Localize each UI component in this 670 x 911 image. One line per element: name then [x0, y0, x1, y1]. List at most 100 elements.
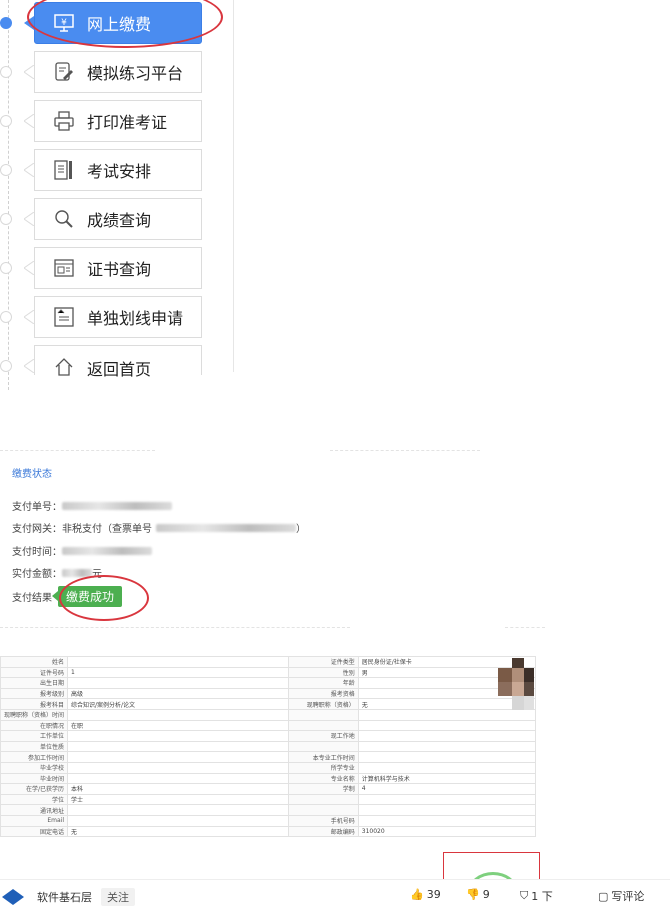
payment-time-row: 支付时间： — [12, 543, 152, 558]
table-key-cell — [287, 719, 359, 732]
menu-item-score-query[interactable]: 成绩查询 — [34, 198, 202, 240]
timeline-dot — [0, 311, 12, 323]
redacted-value — [156, 523, 296, 532]
payment-status-title: 缴费状态 — [12, 469, 52, 480]
table-value-cell: 综合知识/案例分析/论文 — [67, 698, 289, 710]
collect-count: 1 下 — [531, 890, 553, 903]
gateway-value: 非税支付（查票单号 — [62, 524, 152, 535]
dislike-button[interactable]: 👎 9 — [466, 888, 490, 901]
table-key-cell: 单位性质 — [0, 740, 69, 753]
table-key-cell: 现聘职称（资格）时间 — [0, 708, 69, 721]
table-value-cell — [357, 719, 537, 732]
table-key-cell: 现聘职称（资格） — [287, 698, 359, 710]
menu-item-label: 打印准考证 — [87, 113, 168, 132]
table-row: 参加工作时间 本专业工作时间 — [0, 751, 537, 763]
payment-order-row: 支付单号： — [12, 498, 172, 513]
table-value-cell — [357, 740, 537, 753]
table-key-cell: 通讯地址 — [0, 804, 69, 816]
table-key-cell: 固定电话 — [0, 825, 69, 838]
table-value-cell — [67, 677, 289, 689]
dislike-count: 9 — [482, 888, 490, 901]
like-button[interactable]: 👍 39 — [410, 888, 441, 901]
brand-logo-icon — [2, 889, 24, 905]
amount-label: 实付金额： — [12, 569, 62, 580]
table-value-cell — [67, 814, 289, 827]
table-value-cell — [67, 730, 289, 742]
panel-divider — [233, 0, 234, 372]
certificate-icon — [53, 257, 75, 279]
menu-timeline-line — [8, 0, 10, 390]
follow-button[interactable]: 关注 — [101, 888, 135, 906]
table-key-cell: 姓名 — [0, 656, 69, 668]
table-key-cell: 参加工作时间 — [0, 751, 69, 763]
result-label: 支付结果 — [12, 593, 52, 604]
table-value-cell — [357, 814, 537, 827]
table-value-cell — [357, 804, 537, 816]
table-value-cell — [67, 761, 289, 774]
table-value-cell — [357, 730, 537, 742]
menu-item-exam-schedule[interactable]: 考试安排 — [34, 149, 202, 191]
table-row: 报考级别 高级 报考资格 — [0, 687, 537, 700]
bottom-action-bar: 软件基石层 关注 👍 39 👎 9 ⛉ 1 下 ▢ 写评论 — [0, 879, 670, 911]
time-label: 支付时间： — [12, 547, 62, 558]
menu-item-certificate-query[interactable]: 证书查询 — [34, 247, 202, 289]
menu-pointer-arrow — [24, 359, 34, 373]
table-row: 出生日期 年龄 — [0, 677, 537, 689]
divider — [330, 450, 480, 451]
menu-pointer-arrow — [24, 212, 34, 226]
table-value-cell: 1 — [67, 666, 289, 679]
timeline-dot-active — [0, 17, 12, 29]
collect-button[interactable]: ⛉ 1 下 — [520, 888, 553, 904]
table-key-cell — [287, 740, 359, 753]
table-key-cell: 性别 — [287, 666, 359, 679]
comment-label: 写评论 — [611, 890, 645, 903]
table-row: 毕业时间 专业名称 计算机科学与技术 — [0, 772, 537, 785]
table-value-cell — [67, 656, 289, 668]
table-row: 在学/已获学历 本科 学制 4 — [0, 783, 537, 795]
table-key-cell — [287, 708, 359, 721]
timeline-dot — [0, 262, 12, 274]
table-row: 毕业学校 所学专业 — [0, 761, 537, 774]
redacted-value — [62, 546, 152, 555]
timeline-dot — [0, 360, 12, 372]
table-row: 通讯地址 — [0, 804, 537, 816]
table-key-cell: 证件号码 — [0, 666, 69, 679]
menu-item-separate-line-apply[interactable]: 单独划线申请 — [34, 296, 202, 338]
table-value-cell — [357, 793, 537, 806]
table-row: 学位 学士 — [0, 793, 537, 806]
table-row: 证件号码 1 性别男 — [0, 666, 537, 679]
comment-icon: ▢ — [598, 889, 609, 903]
table-key-cell: 毕业学校 — [0, 761, 69, 774]
applicant-photo — [498, 658, 534, 710]
menu-item-back-home[interactable]: 返回首页 — [34, 345, 202, 379]
divider — [0, 450, 155, 451]
table-key-cell: 本专业工作时间 — [287, 751, 359, 763]
comment-button[interactable]: ▢ 写评论 — [598, 888, 644, 904]
table-value-cell: 计算机科学与技术 — [357, 772, 537, 785]
menu-pointer-arrow — [24, 261, 34, 275]
divider — [0, 627, 350, 628]
thumb-up-icon: 👍 — [410, 888, 424, 901]
gateway-label: 支付网关： — [12, 524, 62, 535]
home-icon — [53, 356, 75, 378]
schedule-document-icon — [53, 159, 75, 181]
order-label: 支付单号： — [12, 502, 62, 513]
table-key-cell: 学位 — [0, 793, 69, 806]
thumb-down-icon: 👎 — [466, 888, 480, 901]
table-row: 工作单位 现工作地 — [0, 730, 537, 742]
edit-document-icon — [53, 61, 75, 83]
table-value-cell: 本科 — [67, 783, 289, 795]
table-value-cell: 在职 — [67, 719, 289, 732]
author-name: 软件基石层 — [37, 891, 92, 904]
table-key-cell: Email — [0, 814, 69, 827]
menu-item-practice-platform[interactable]: 模拟练习平台 — [34, 51, 202, 93]
page-root: { "menu": { "items": [ {"label": "网上缴费",… — [0, 0, 670, 911]
redacted-value — [62, 501, 172, 510]
table-key-cell: 报考资格 — [287, 687, 359, 700]
table-value-cell: 310020 — [357, 825, 537, 838]
table-key-cell: 手机号码 — [287, 814, 359, 827]
author-info[interactable]: 软件基石层 关注 — [2, 888, 135, 906]
menu-item-print-admission[interactable]: 打印准考证 — [34, 100, 202, 142]
timeline-dot — [0, 115, 12, 127]
menu-item-label: 证书查询 — [87, 260, 152, 279]
